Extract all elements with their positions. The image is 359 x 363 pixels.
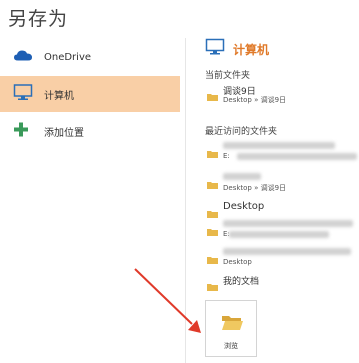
annotation-arrow xyxy=(134,268,201,333)
